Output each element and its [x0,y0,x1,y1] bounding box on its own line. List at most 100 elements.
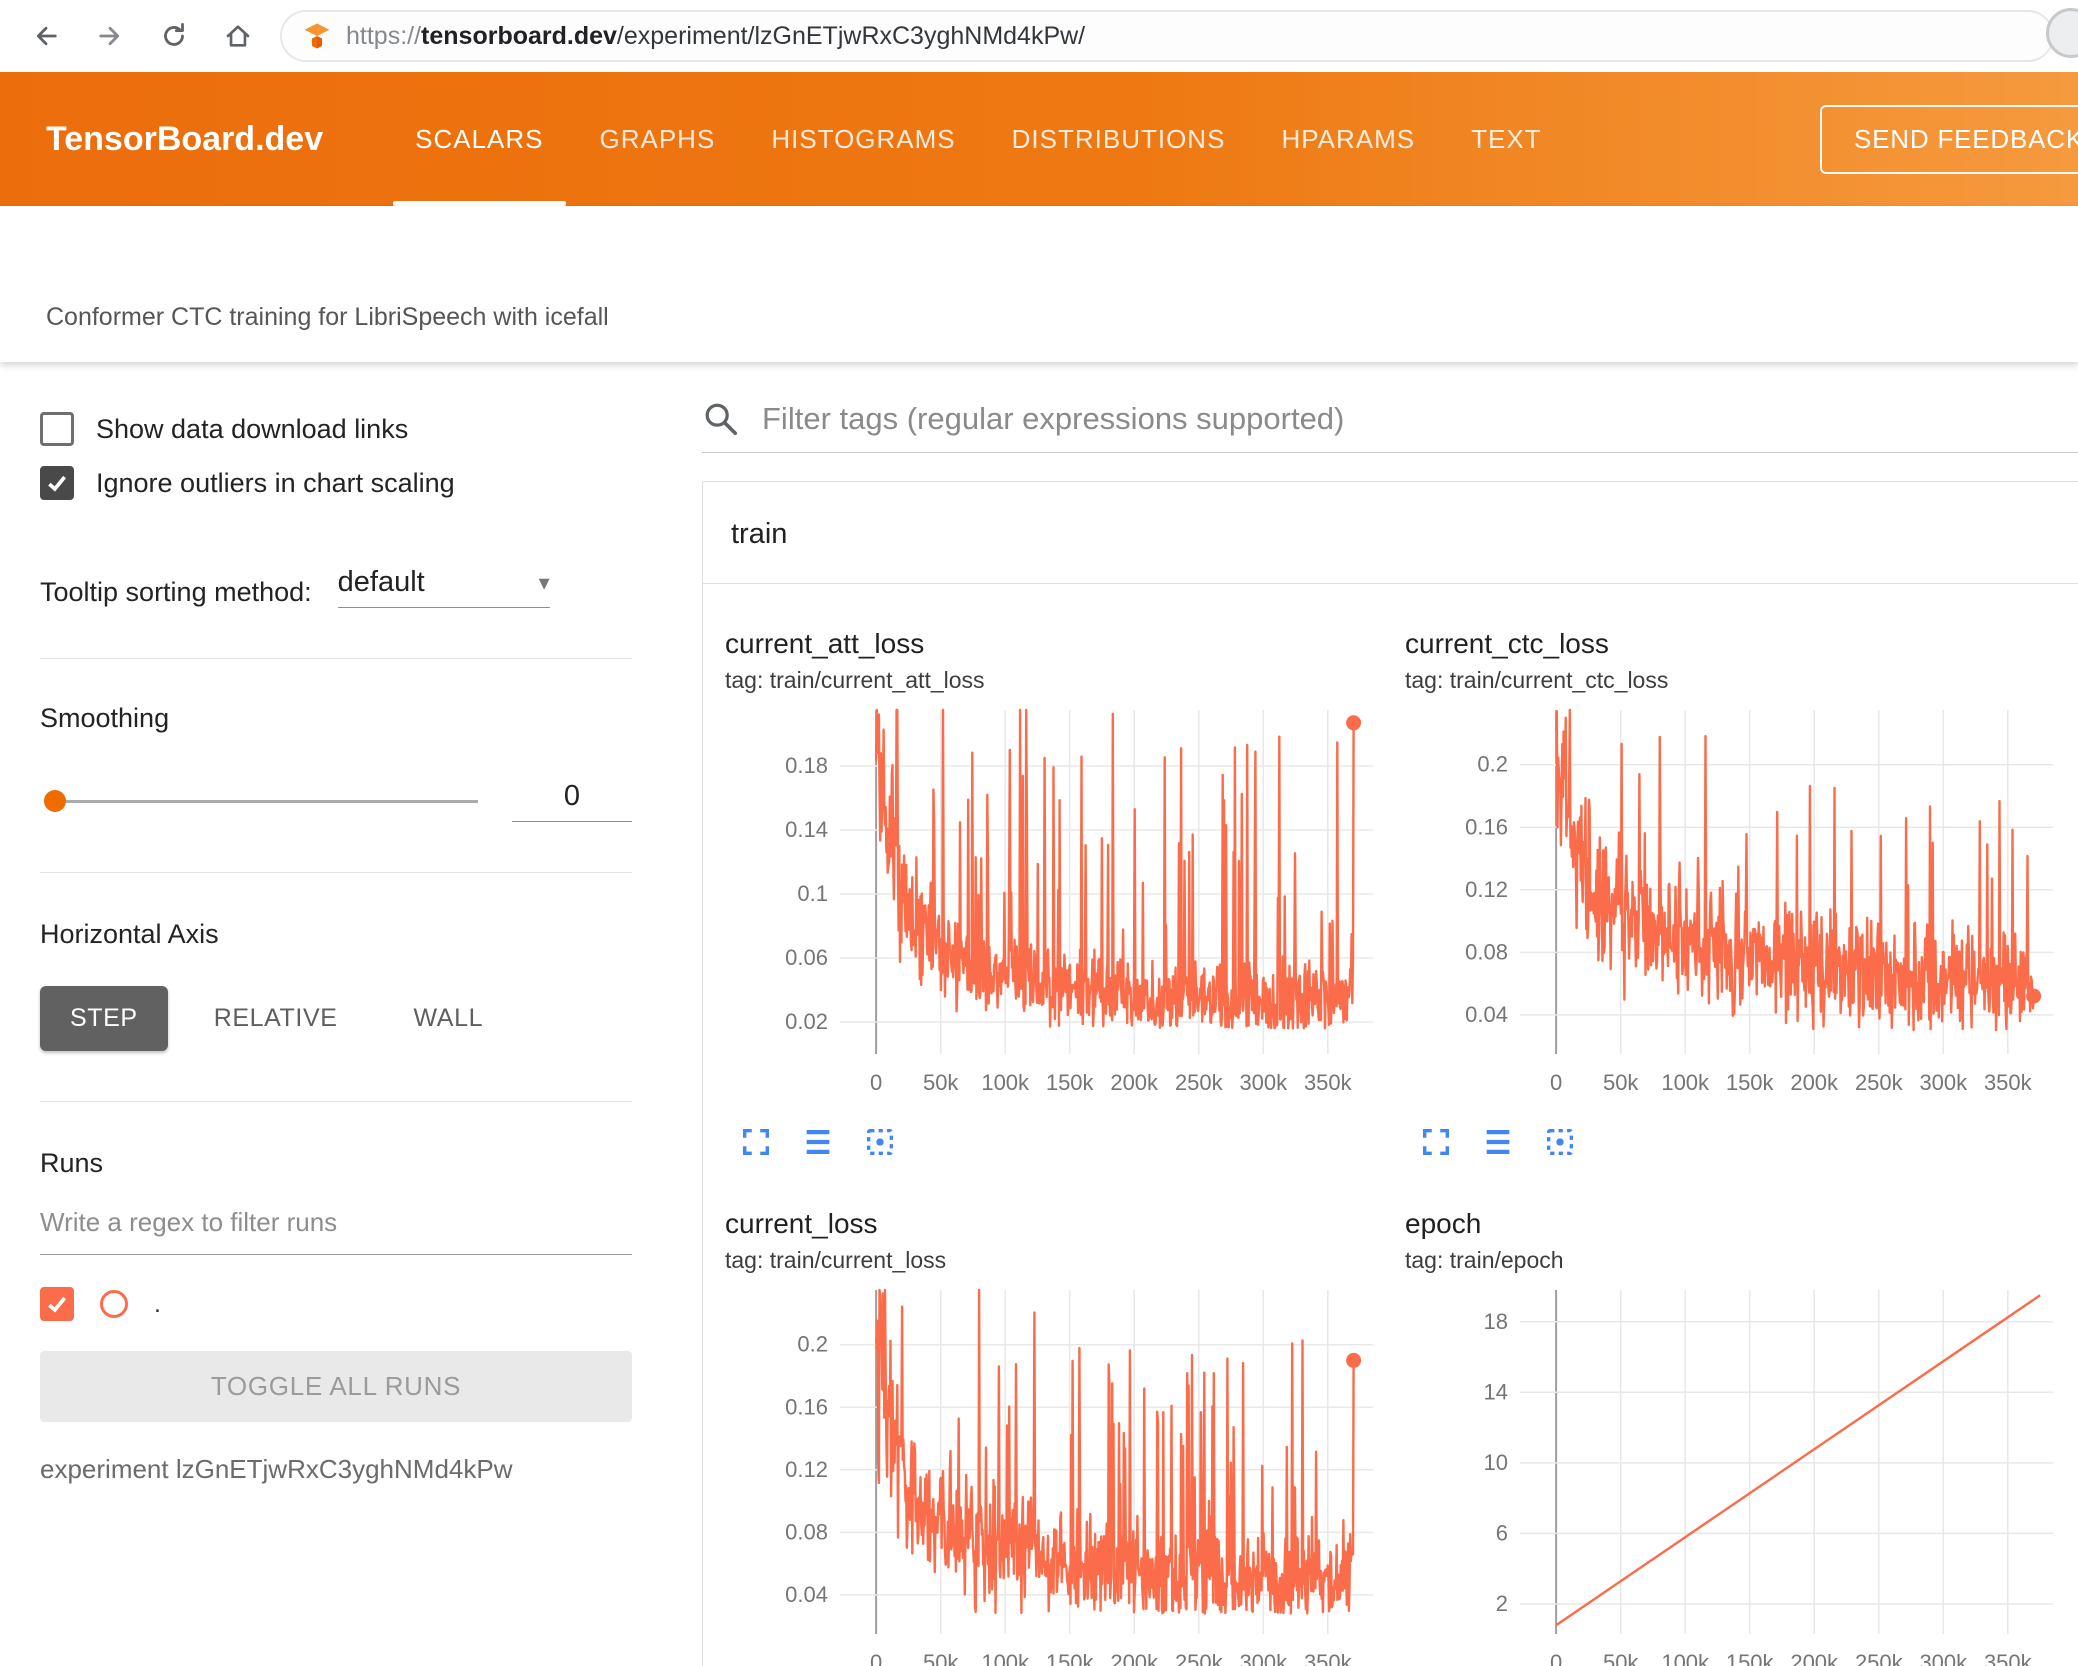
svg-text:350k: 350k [1304,1650,1353,1666]
chart-tag: tag: train/current_ctc_loss [1405,667,1669,693]
sidebar-divider [40,1101,632,1102]
fit-domain-icon[interactable] [863,1125,897,1164]
svg-text:18: 18 [1484,1309,1508,1334]
horizontal-axis-buttons: STEP RELATIVE WALL [40,986,632,1051]
main-content: train current_att_loss tag: train/curren… [660,362,2078,1666]
chart-current-ctc-loss: current_ctc_loss tag: train/current_ctc_… [1385,628,2053,1164]
show-download-checkbox[interactable] [40,412,74,446]
svg-text:300k: 300k [1919,1650,1968,1666]
line-chart[interactable]: 0 50k 100k 150k 200k 250k 300k 350k 0.04 0.08 0.12… [725,1282,1385,1666]
svg-text:200k: 200k [1790,1070,1839,1095]
svg-text:0.04: 0.04 [1465,1002,1508,1027]
ignore-outliers-label: Ignore outliers in chart scaling [96,467,455,498]
ignore-outliers-row: Ignore outliers in chart scaling [40,466,632,500]
svg-text:0.2: 0.2 [797,1332,828,1357]
chart-tag: tag: train/current_loss [725,1247,947,1273]
svg-text:300k: 300k [1239,1650,1288,1666]
forward-arrow-icon[interactable] [88,14,132,58]
show-download-label: Show data download links [96,413,409,444]
chart-toolbar [725,1125,1365,1164]
svg-text:14: 14 [1484,1379,1508,1404]
tab-text[interactable]: TEXT [1443,72,1569,206]
tooltip-sorting-dropdown[interactable]: default ▾ [337,566,550,608]
svg-text:200k: 200k [1790,1650,1839,1666]
chart-current-loss: current_loss tag: train/current_loss 0 50… [705,1208,1373,1666]
url-scheme: https:// [346,21,422,50]
filter-tags-input[interactable] [762,401,2078,437]
log-scale-icon[interactable] [801,1125,835,1164]
smoothing-slider[interactable] [44,789,478,812]
app-logo: TensorBoard.dev [46,119,324,158]
svg-text:50k: 50k [1603,1070,1639,1095]
chart-title: current_att_loss [725,628,925,659]
home-icon[interactable] [216,14,260,58]
log-scale-icon[interactable] [1481,1125,1515,1164]
smoothing-slider-thumb[interactable] [44,789,66,812]
svg-text:250k: 250k [1175,1070,1224,1095]
svg-text:100k: 100k [1661,1650,1710,1666]
svg-text:50k: 50k [923,1070,959,1095]
svg-text:250k: 250k [1175,1650,1224,1666]
refresh-icon[interactable] [152,14,196,58]
chart-current-att-loss: current_att_loss tag: train/current_att_… [705,628,1373,1164]
chart-title: epoch [1405,1208,1482,1239]
runs-filter-input[interactable] [40,1199,632,1255]
charts-grid: current_att_loss tag: train/current_att_… [703,584,2078,1666]
smoothing-value-input[interactable] [512,780,632,822]
url-path: /experiment/lzGnETjwRxC3yghNMd4kPw/ [616,21,1086,50]
svg-text:300k: 300k [1239,1070,1288,1095]
line-chart[interactable]: 0 50k 100k 150k 200k 250k 300k 350k 0.02 0.06 0.1 0… [725,702,1385,1117]
toggle-all-runs-button[interactable]: TOGGLE ALL RUNS [40,1351,632,1422]
train-group-header[interactable]: train [703,482,2078,584]
svg-text:0.08: 0.08 [1465,939,1508,964]
run-checkbox[interactable] [40,1287,74,1321]
svg-text:300k: 300k [1919,1070,1968,1095]
svg-text:10: 10 [1484,1450,1508,1475]
smoothing-label: Smoothing [40,703,170,733]
line-chart[interactable]: 0 50k 100k 150k 200k 250k 300k 350k 2 6 10 14 18 [1405,1282,2065,1666]
address-bar[interactable]: https://tensorboard.dev/experiment/lzGnE… [280,10,2054,62]
svg-text:100k: 100k [981,1650,1030,1666]
app-header: TensorBoard.dev SCALARS GRAPHS HISTOGRAM… [0,72,2078,206]
axis-relative-button[interactable]: RELATIVE [184,986,368,1051]
chart-epoch: epoch tag: train/epoch 0 50k 100k 150k 200k 2… [1385,1208,2053,1666]
svg-text:0.06: 0.06 [785,945,828,970]
svg-text:150k: 150k [1046,1650,1095,1666]
tooltip-sorting-row: Tooltip sorting method: default ▾ [40,566,632,608]
fullscreen-expand-icon[interactable] [739,1125,773,1164]
svg-text:0: 0 [870,1070,882,1095]
chevron-down-icon: ▾ [538,569,550,595]
fit-domain-icon[interactable] [1543,1125,1577,1164]
url-text: https://tensorboard.dev/experiment/lzGnE… [346,22,1085,51]
ignore-outliers-checkbox[interactable] [40,466,74,500]
svg-text:200k: 200k [1110,1650,1159,1666]
axis-step-button[interactable]: STEP [40,986,168,1051]
svg-text:150k: 150k [1726,1070,1775,1095]
tab-scalars[interactable]: SCALARS [387,72,571,206]
fullscreen-expand-icon[interactable] [1419,1125,1453,1164]
filter-tags-row [702,400,2078,453]
send-feedback-button[interactable]: SEND FEEDBACK [1819,104,2078,174]
svg-text:0.2: 0.2 [1477,752,1508,777]
chart-title: current_loss [725,1208,878,1239]
line-chart[interactable]: 0 50k 100k 150k 200k 250k 300k 350k 0.04 0.08 0.12… [1405,702,2065,1117]
chart-tag: tag: train/epoch [1405,1247,1564,1273]
svg-text:350k: 350k [1304,1070,1353,1095]
svg-text:0.1: 0.1 [797,881,828,906]
svg-text:0: 0 [870,1650,882,1666]
run-color-swatch[interactable] [100,1290,128,1318]
tab-graphs[interactable]: GRAPHS [572,72,744,206]
axis-wall-button[interactable]: WALL [384,986,514,1051]
svg-text:0.14: 0.14 [785,817,828,842]
back-arrow-icon[interactable] [24,14,68,58]
svg-text:350k: 350k [1984,1070,2033,1095]
tab-distributions[interactable]: DISTRIBUTIONS [984,72,1254,206]
svg-text:2: 2 [1496,1591,1508,1616]
svg-text:0: 0 [1550,1070,1562,1095]
tab-histograms[interactable]: HISTOGRAMS [743,72,983,206]
runs-label: Runs [40,1148,104,1178]
tooltip-sorting-value: default [337,566,425,598]
search-icon [705,403,738,436]
browser-avatar[interactable] [2046,8,2078,58]
tab-hparams[interactable]: HPARAMS [1253,72,1443,206]
